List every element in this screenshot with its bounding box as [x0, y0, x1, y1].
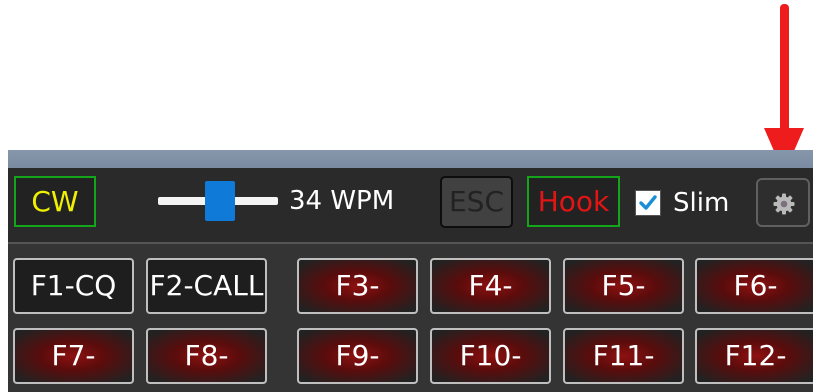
settings-button[interactable] — [756, 178, 810, 227]
annotation-arrow-shaft — [780, 4, 789, 144]
fkey-f9[interactable]: F9- — [297, 328, 418, 384]
hook-button[interactable]: Hook — [527, 176, 620, 227]
mode-button[interactable]: CW — [14, 176, 96, 227]
esc-button[interactable]: ESC — [440, 176, 513, 228]
fkey-f6[interactable]: F6- — [695, 258, 813, 314]
screenshot-stage: CW 34 WPM ESC Hook Slim F1-CQ F2-CALL F3… — [0, 0, 813, 392]
slim-label: Slim — [673, 188, 730, 218]
speed-slider-thumb[interactable] — [205, 181, 235, 221]
fkey-f11[interactable]: F11- — [563, 328, 684, 384]
gear-icon — [773, 193, 795, 215]
keyer-toolbar: CW 34 WPM ESC Hook Slim — [8, 168, 813, 244]
speed-wpm-label: 34 WPM — [289, 186, 395, 216]
fkey-f3[interactable]: F3- — [297, 258, 418, 314]
fkey-f4[interactable]: F4- — [430, 258, 551, 314]
checkmark-icon — [639, 195, 657, 210]
speed-slider[interactable] — [158, 181, 278, 221]
panel-titlebar[interactable] — [8, 150, 813, 168]
slim-toggle[interactable]: Slim — [635, 186, 729, 220]
slim-checkbox[interactable] — [635, 190, 661, 216]
fkey-f7[interactable]: F7- — [13, 328, 134, 384]
fkey-f1[interactable]: F1-CQ — [13, 258, 134, 314]
fkey-f2[interactable]: F2-CALL — [146, 258, 267, 314]
fkey-f12[interactable]: F12- — [695, 328, 813, 384]
fkey-f8[interactable]: F8- — [146, 328, 267, 384]
fkey-f5[interactable]: F5- — [563, 258, 684, 314]
fkey-f10[interactable]: F10- — [430, 328, 551, 384]
keyer-panel: CW 34 WPM ESC Hook Slim F1-CQ F2-CALL F3… — [8, 150, 813, 392]
